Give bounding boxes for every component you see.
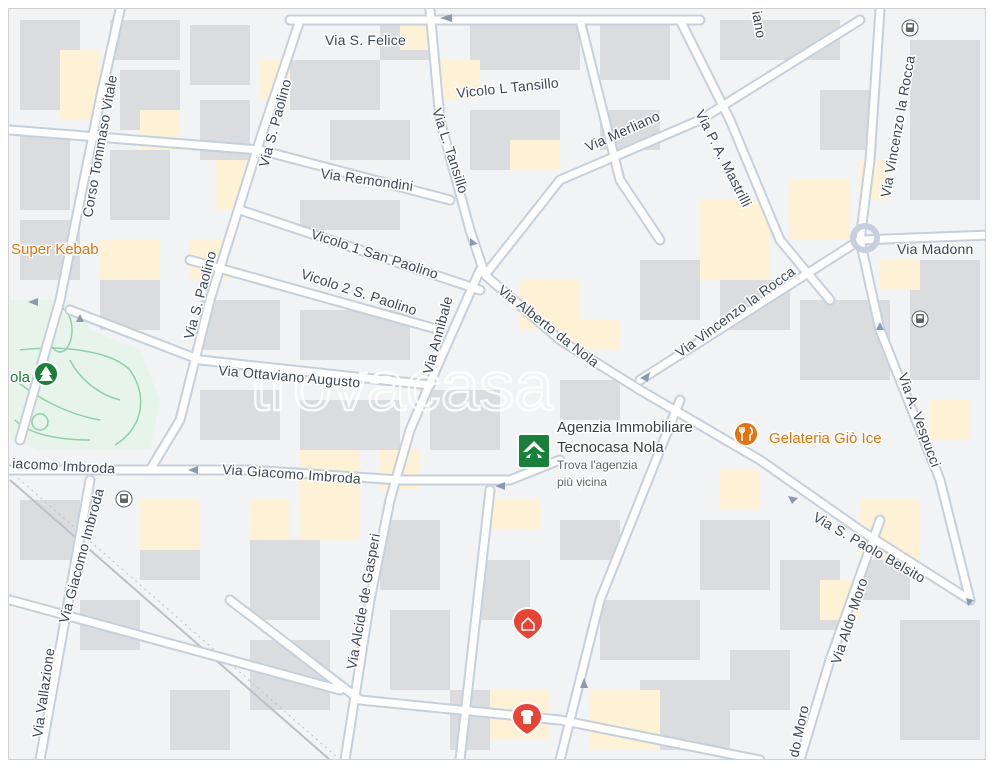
tree-icon[interactable] — [33, 361, 59, 387]
super-kebab-label[interactable]: Super Kebab — [10, 240, 101, 260]
park-label[interactable]: ola — [9, 368, 33, 388]
bus-stop-1[interactable] — [901, 19, 919, 37]
agency-name-line1[interactable]: Agenzia Immobiliare — [556, 418, 695, 438]
bus-icon[interactable] — [115, 490, 133, 508]
house-marker-icon[interactable] — [517, 433, 551, 469]
gelateria-label[interactable]: Gelateria Giò Ice — [768, 429, 884, 449]
watermark-text: trovacasa — [250, 347, 554, 425]
agency-sub-line2[interactable]: più vicina — [556, 474, 609, 491]
poi-super-kebab[interactable]: Super Kebab — [10, 240, 101, 260]
agency-name-line2[interactable]: Tecnocasa Nola — [556, 438, 666, 458]
bus-stop-3[interactable] — [115, 490, 133, 508]
bus-icon[interactable] — [901, 19, 919, 37]
label-via-s-felice: Via S. Felice — [325, 32, 406, 48]
label-via-madonna: Via Madonn — [897, 241, 973, 257]
bus-icon[interactable] — [911, 310, 929, 328]
map-canvas[interactable]: trovacasa Via S. Felice Vicolo L Tansill… — [0, 0, 994, 768]
bus-stop-2[interactable] — [911, 310, 929, 328]
map-view[interactable]: trovacasa Via S. Felice Vicolo L Tansill… — [0, 0, 994, 768]
agency-sub-line1[interactable]: Trova l'agenzia — [556, 457, 640, 474]
fork-knife-icon[interactable] — [733, 421, 759, 447]
